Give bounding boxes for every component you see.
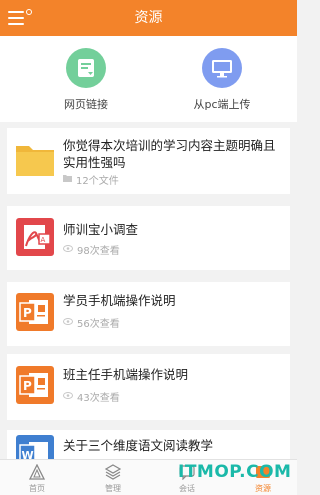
ppt-icon: P bbox=[15, 366, 55, 404]
web-link-button[interactable]: 网页链接 bbox=[31, 48, 141, 112]
svg-text:W: W bbox=[22, 449, 34, 459]
list-item[interactable]: P 学员手机端操作说明 56次查看 bbox=[7, 282, 290, 346]
folder-icon bbox=[15, 140, 55, 178]
item-title: 你觉得本次培训的学习内容主题明确且实用性强吗 bbox=[63, 138, 276, 170]
pc-upload-button[interactable]: 从pc端上传 bbox=[167, 48, 277, 112]
list-item[interactable]: 你觉得本次培训的学习内容主题明确且实用性强吗 12个文件 bbox=[7, 128, 290, 194]
list-item[interactable]: A 师训宝小调查 98次查看 bbox=[7, 206, 290, 270]
watermark: ITMOP.COM bbox=[178, 462, 292, 482]
svg-text:A: A bbox=[41, 236, 46, 244]
home-icon bbox=[28, 463, 46, 480]
tab-label: 管理 bbox=[105, 484, 121, 493]
pdf-icon: A bbox=[15, 218, 55, 256]
item-meta: 56次查看 bbox=[77, 319, 120, 330]
eye-icon bbox=[63, 391, 73, 402]
upload-options: 网页链接 从pc端上传 bbox=[0, 36, 297, 122]
item-meta: 43次查看 bbox=[77, 393, 120, 404]
item-meta: 98次查看 bbox=[77, 246, 120, 257]
eye-icon bbox=[63, 317, 73, 328]
eye-icon bbox=[63, 244, 73, 255]
tab-home[interactable]: 首页 bbox=[0, 460, 74, 495]
ppt-icon: P bbox=[15, 293, 55, 331]
web-link-icon bbox=[66, 48, 106, 88]
web-link-label: 网页链接 bbox=[64, 98, 108, 111]
svg-text:P: P bbox=[23, 379, 32, 393]
tab-label: 会话 bbox=[179, 484, 195, 493]
monitor-icon bbox=[202, 48, 242, 88]
folder-small-icon bbox=[63, 174, 72, 185]
layers-icon bbox=[104, 464, 122, 480]
item-title: 学员手机端操作说明 bbox=[63, 293, 176, 308]
tab-manage[interactable]: 管理 bbox=[76, 460, 150, 495]
page-title: 资源 bbox=[134, 10, 163, 26]
list-item[interactable]: P 班主任手机端操作说明 43次查看 bbox=[7, 354, 290, 420]
item-title: 关于三个维度语文阅读教学 bbox=[63, 438, 214, 453]
item-title: 班主任手机端操作说明 bbox=[63, 367, 189, 382]
pc-upload-label: 从pc端上传 bbox=[193, 98, 251, 111]
item-meta: 12个文件 bbox=[76, 176, 119, 187]
list-item[interactable]: W 关于三个维度语文阅读教学 bbox=[7, 430, 290, 459]
top-bar: 资源 bbox=[0, 0, 297, 36]
tab-label: 首页 bbox=[29, 484, 45, 493]
svg-text:P: P bbox=[23, 306, 32, 320]
item-title: 师训宝小调查 bbox=[63, 222, 139, 237]
tab-label: 资源 bbox=[255, 484, 271, 493]
word-icon: W bbox=[15, 435, 55, 459]
